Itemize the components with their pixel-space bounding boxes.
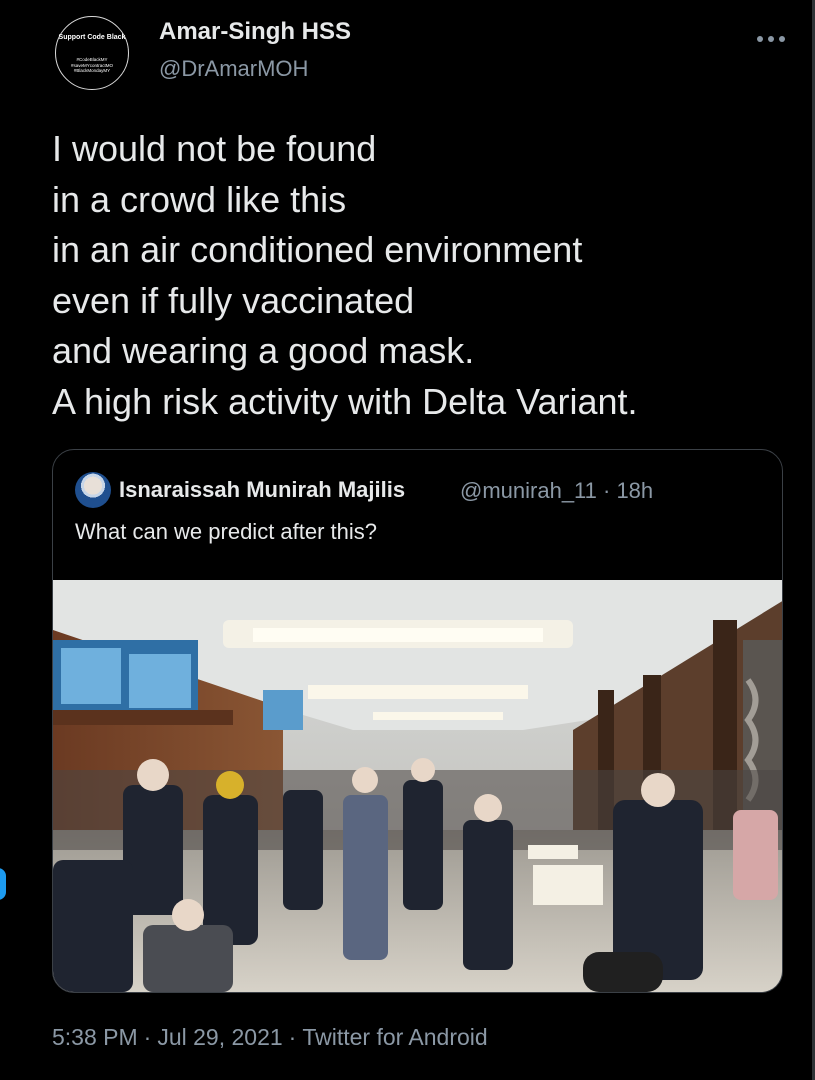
quoted-handle-and-time: @munirah_11 · 18h [460,478,654,503]
quoted-tweet-header: Isnaraissah Munirah Majilis @munirah_11 … [75,472,755,510]
footer-separator: · [288,1024,297,1050]
tweet-time: 5:38 PM [52,1024,138,1050]
tweet-line: and wearing a good mask. [52,330,475,371]
tweet-line: in a crowd like this [52,178,347,220]
avatar-main-text: Support Code Black [58,34,126,41]
tweet-source[interactable]: Twitter for Android [302,1024,487,1050]
quoted-tweet-photo[interactable] [53,580,783,992]
tweet-line: I would not be found [52,128,377,169]
tweet-line: in an air conditioned environment [52,229,583,270]
author-display-name[interactable]: Amar-Singh HSS [159,18,351,46]
author-handle[interactable]: @DrAmarMOH [159,56,308,82]
quoted-tweet-card[interactable]: Isnaraissah Munirah Majilis @munirah_11 … [52,449,783,993]
quoted-tweet-text: What can we predict after this? [75,519,378,544]
avatar-tags-text: #CodeBlackMY #saveMYcontractMO #BlackMon… [70,57,113,73]
author-avatar[interactable]: Support Code Black #CodeBlackMY #saveMYc… [55,16,129,90]
tweet-footer: 5:38 PM · Jul 29, 2021 · Twitter for Android [52,1024,488,1051]
tweet-date[interactable]: Jul 29, 2021 [157,1024,282,1050]
more-horizontal-icon [757,36,785,42]
quoted-author-avatar[interactable] [75,472,111,508]
floating-compose-edge[interactable] [0,868,6,900]
tweet-line: A high risk activity with Delta Variant. [52,380,638,422]
tweet-line: even if fully vaccinated [52,279,415,321]
quoted-author-name[interactable]: Isnaraissah Munirah Majilis [119,477,405,503]
tweet-body: I would not be found in a crowd like thi… [52,124,772,427]
tweet-header: Support Code Black #CodeBlackMY #saveMYc… [55,14,795,94]
footer-separator: · [143,1024,152,1050]
more-options-button[interactable] [753,26,789,46]
